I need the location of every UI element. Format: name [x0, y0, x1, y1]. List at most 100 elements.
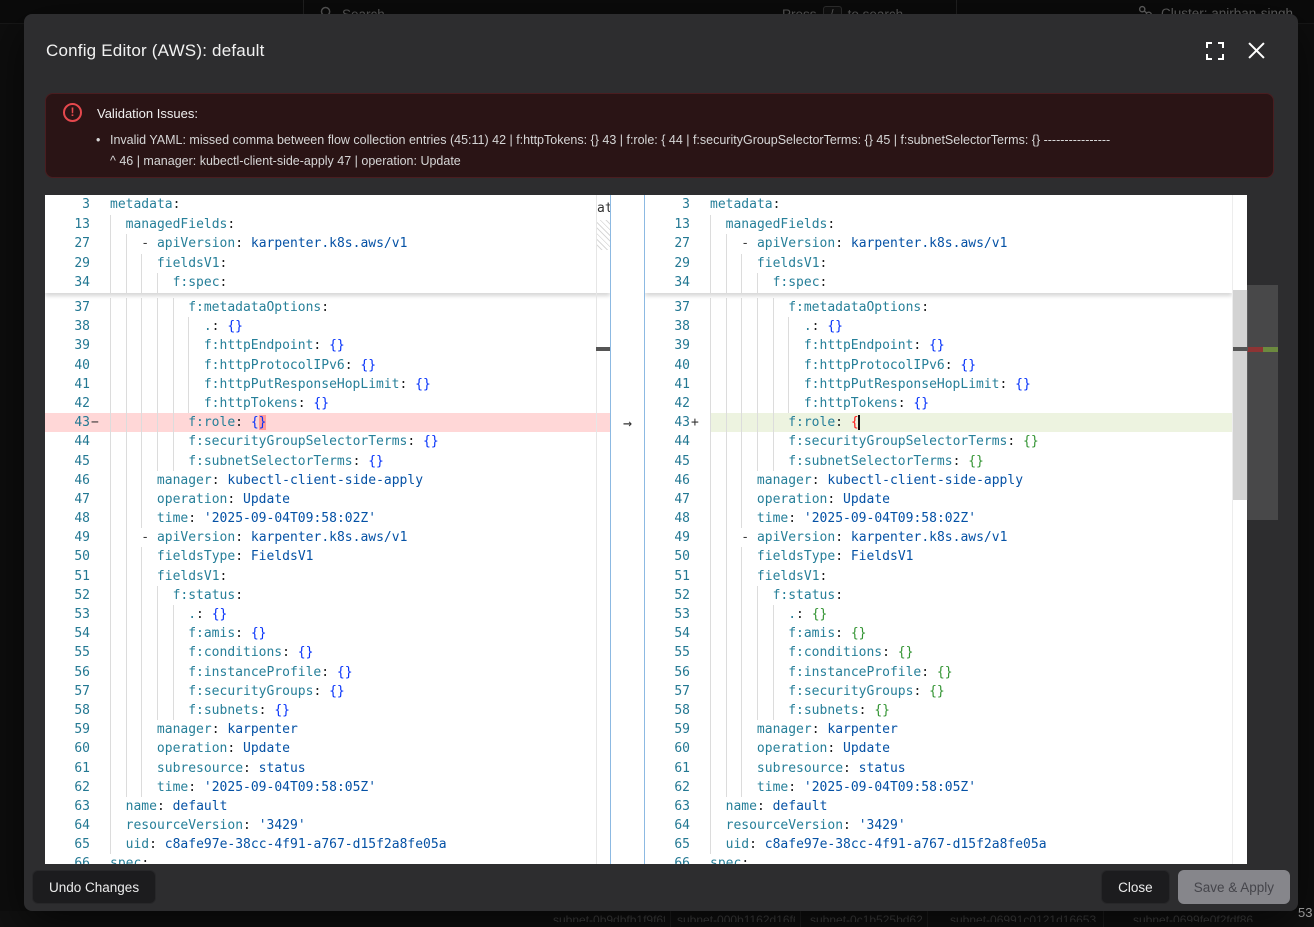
code-line-63: 63name: default — [45, 797, 610, 816]
code-line-51: 51fieldsV1: — [45, 567, 610, 586]
validation-issue-line1: Invalid YAML: missed comma between flow … — [110, 130, 1250, 151]
code-line-47: 47operation: Update — [645, 490, 1232, 509]
code-line-34: 34f:spec: — [45, 273, 610, 293]
code-line-27: 27- apiVersion: karpenter.k8s.aws/v1 — [45, 234, 610, 254]
code-line-52: 52f:status: — [645, 586, 1232, 605]
code-line-42: 42f:httpTokens: {} — [645, 394, 1232, 413]
scrollbar-position-marker-right — [1233, 347, 1248, 351]
fullscreen-icon — [1206, 42, 1224, 65]
code-line-40: 40f:httpProtocolIPv6: {} — [45, 356, 610, 375]
code-line-64: 64resourceVersion: '3429' — [45, 816, 610, 835]
pane-edge-line — [596, 195, 597, 864]
code-lines-original[interactable]: 37f:metadataOptions:38.: {}39f:httpEndpo… — [45, 293, 610, 864]
code-line-49: 49- apiVersion: karpenter.k8s.aws/v1 — [645, 528, 1232, 547]
close-dialog-button[interactable] — [1245, 42, 1267, 64]
code-line-13: 13managedFields: — [645, 215, 1232, 235]
code-line-3: 3metadata: — [645, 195, 1232, 215]
code-line-34: 34f:spec: — [645, 273, 1232, 293]
code-lines-modified[interactable]: 37f:metadataOptions:38.: {}39f:httpEndpo… — [645, 293, 1232, 864]
bullet-icon: • — [96, 130, 100, 151]
code-line-62: 62time: '2025-09-04T09:58:05Z' — [645, 778, 1232, 797]
save-apply-button[interactable]: Save & Apply — [1178, 870, 1290, 904]
code-line-66: 66spec: — [45, 854, 610, 864]
code-line-58: 58f:subnets: {} — [45, 701, 610, 720]
diff-pane-original[interactable]: 3metadata:13managedFields:27- apiVersion… — [45, 195, 610, 864]
code-line-38: 38.: {} — [645, 317, 1232, 336]
code-line-44: 44f:securityGroupSelectorTerms: {} — [645, 432, 1232, 451]
code-line-29: 29fieldsV1: — [645, 254, 1232, 274]
code-line-13: 13managedFields: — [45, 215, 610, 235]
background-table-overflow-text: 53 — [1298, 905, 1312, 920]
code-line-3: 3metadata: — [45, 195, 610, 215]
code-line-60: 60operation: Update — [645, 739, 1232, 758]
validation-heading: Validation Issues: — [97, 106, 198, 121]
config-editor-dialog: Config Editor (AWS): default ! Validatio… — [24, 14, 1298, 911]
close-button[interactable]: Close — [1101, 870, 1170, 904]
diff-pane-modified[interactable]: 3metadata:13managedFields:27- apiVersion… — [645, 195, 1232, 864]
validation-issues-banner: ! Validation Issues: • Invalid YAML: mis… — [45, 93, 1274, 178]
code-line-39: 39f:httpEndpoint: {} — [45, 336, 610, 355]
editor-scrollbar[interactable] — [1232, 195, 1247, 864]
code-line-56: 56f:instanceProfile: {} — [45, 663, 610, 682]
code-line-55: 55f:conditions: {} — [645, 643, 1232, 662]
code-line-63: 63name: default — [645, 797, 1232, 816]
yaml-diff-editor[interactable]: 3metadata:13managedFields:27- apiVersion… — [45, 195, 1247, 864]
code-line-65: 65uid: c8afe97e-38cc-4f91-a767-d15f2a8fe… — [645, 835, 1232, 854]
scrollbar-position-marker-left — [596, 347, 610, 351]
code-line-47: 47operation: Update — [45, 490, 610, 509]
code-line-61: 61subresource: status — [45, 759, 610, 778]
code-line-44: 44f:securityGroupSelectorTerms: {} — [45, 432, 610, 451]
sticky-scroll-original: 3metadata:13managedFields:27- apiVersion… — [45, 195, 610, 293]
code-line-54: 54f:amis: {} — [45, 624, 610, 643]
clipped-text-fragment: at — [597, 201, 610, 219]
code-line-59: 59manager: karpenter — [645, 720, 1232, 739]
code-line-27: 27- apiVersion: karpenter.k8s.aws/v1 — [645, 234, 1232, 254]
code-line-50: 50fieldsType: FieldsV1 — [45, 547, 610, 566]
code-line-29: 29fieldsV1: — [45, 254, 610, 274]
code-line-54: 54f:amis: {} — [645, 624, 1232, 643]
code-line-43: 43−f:role: {} — [45, 413, 610, 432]
code-line-55: 55f:conditions: {} — [45, 643, 610, 662]
code-line-48: 48time: '2025-09-04T09:58:02Z' — [645, 509, 1232, 528]
code-line-45: 45f:subnetSelectorTerms: {} — [645, 452, 1232, 471]
revert-change-arrow[interactable]: → — [611, 414, 644, 432]
code-line-65: 65uid: c8afe97e-38cc-4f91-a767-d15f2a8fe… — [45, 835, 610, 854]
code-line-61: 61subresource: status — [645, 759, 1232, 778]
code-line-51: 51fieldsV1: — [645, 567, 1232, 586]
code-line-38: 38.: {} — [45, 317, 610, 336]
code-line-50: 50fieldsType: FieldsV1 — [645, 547, 1232, 566]
undo-changes-button[interactable]: Undo Changes — [32, 870, 156, 904]
code-line-62: 62time: '2025-09-04T09:58:05Z' — [45, 778, 610, 797]
close-icon — [1248, 42, 1265, 64]
code-line-45: 45f:subnetSelectorTerms: {} — [45, 452, 610, 471]
code-line-46: 46manager: kubectl-client-side-apply — [645, 471, 1232, 490]
code-line-57: 57f:securityGroups: {} — [45, 682, 610, 701]
code-line-41: 41f:httpPutResponseHopLimit: {} — [645, 375, 1232, 394]
validation-issue-line2: ^ 46 | manager: kubectl-client-side-appl… — [110, 151, 1250, 172]
code-line-56: 56f:instanceProfile: {} — [645, 663, 1232, 682]
code-line-37: 37f:metadataOptions: — [645, 298, 1232, 317]
code-line-37: 37f:metadataOptions: — [45, 298, 610, 317]
error-icon: ! — [63, 103, 82, 122]
code-line-64: 64resourceVersion: '3429' — [645, 816, 1232, 835]
overview-ruler-deletion-mark — [1247, 347, 1263, 352]
code-line-60: 60operation: Update — [45, 739, 610, 758]
code-line-52: 52f:status: — [45, 586, 610, 605]
fullscreen-button[interactable] — [1204, 42, 1226, 64]
code-line-48: 48time: '2025-09-04T09:58:02Z' — [45, 509, 610, 528]
dialog-title: Config Editor (AWS): default — [46, 41, 265, 61]
diff-sash[interactable]: → — [610, 195, 645, 864]
scrollbar-thumb[interactable] — [1233, 290, 1248, 500]
code-line-46: 46manager: kubectl-client-side-apply — [45, 471, 610, 490]
code-line-58: 58f:subnets: {} — [645, 701, 1232, 720]
code-line-59: 59manager: karpenter — [45, 720, 610, 739]
code-line-53: 53.: {} — [45, 605, 610, 624]
code-line-43: 43+f:role: { — [645, 413, 1232, 432]
code-line-66: 66spec: — [645, 854, 1232, 864]
code-line-57: 57f:securityGroups: {} — [645, 682, 1232, 701]
overview-ruler-insertion-mark — [1263, 347, 1278, 352]
code-line-40: 40f:httpProtocolIPv6: {} — [645, 356, 1232, 375]
unchanged-region-hatch — [597, 220, 610, 250]
validation-issue-text: • Invalid YAML: missed comma between flo… — [110, 130, 1250, 172]
overview-ruler-slider[interactable] — [1247, 285, 1278, 520]
